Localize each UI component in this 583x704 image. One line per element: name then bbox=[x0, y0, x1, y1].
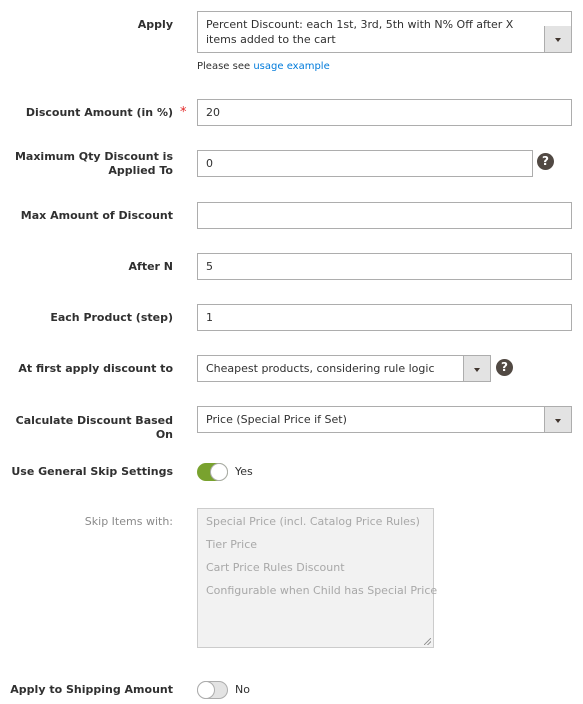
after-n-label: After N bbox=[128, 260, 173, 273]
calc-based-select-value: Price (Special Price if Set) bbox=[206, 413, 347, 426]
first-apply-select[interactable]: Cheapest products, considering rule logi… bbox=[197, 355, 491, 382]
first-apply-select-value: Cheapest products, considering rule logi… bbox=[206, 362, 435, 375]
each-product-label: Each Product (step) bbox=[50, 311, 173, 324]
skip-items-multiselect[interactable]: Special Price (incl. Catalog Price Rules… bbox=[197, 508, 437, 648]
skip-option[interactable]: Cart Price Rules Discount bbox=[206, 561, 345, 574]
calc-based-select[interactable]: Price (Special Price if Set) bbox=[197, 406, 572, 433]
general-skip-label: Use General Skip Settings bbox=[11, 465, 173, 478]
max-amount-input[interactable] bbox=[197, 202, 572, 229]
resize-handle-icon[interactable] bbox=[424, 638, 431, 645]
apply-shipping-label: Apply to Shipping Amount bbox=[10, 683, 173, 696]
max-amount-label: Max Amount of Discount bbox=[20, 209, 173, 222]
chevron-down-icon[interactable] bbox=[463, 356, 490, 381]
help-icon[interactable]: ? bbox=[496, 359, 513, 376]
after-n-input[interactable]: 5 bbox=[197, 253, 572, 280]
max-qty-label-line2: Applied To bbox=[108, 164, 173, 177]
general-skip-toggle[interactable] bbox=[197, 463, 228, 481]
apply-shipping-state: No bbox=[235, 683, 250, 696]
usage-example-link[interactable]: usage example bbox=[253, 61, 329, 72]
skip-option[interactable]: Special Price (incl. Catalog Price Rules… bbox=[206, 515, 420, 528]
chevron-down-icon[interactable] bbox=[544, 407, 571, 432]
skip-option[interactable]: Tier Price bbox=[206, 538, 257, 551]
first-apply-label: At first apply discount to bbox=[18, 362, 173, 375]
chevron-down-icon[interactable] bbox=[544, 26, 571, 52]
apply-select-value: Percent Discount: each 1st, 3rd, 5th wit… bbox=[206, 18, 514, 46]
calc-based-label: Calculate Discount Based On bbox=[15, 414, 173, 441]
toggle-knob bbox=[197, 681, 215, 699]
max-qty-label: Maximum Qty Discount is Applied To bbox=[15, 150, 173, 178]
discount-amount-label: Discount Amount (in %) bbox=[25, 106, 173, 119]
required-mark: * bbox=[180, 105, 187, 120]
apply-shipping-toggle[interactable] bbox=[197, 681, 228, 699]
each-product-input[interactable]: 1 bbox=[197, 304, 572, 331]
discount-amount-input[interactable]: 20 bbox=[197, 99, 572, 126]
apply-select[interactable]: Percent Discount: each 1st, 3rd, 5th wit… bbox=[197, 11, 572, 53]
apply-label: Apply bbox=[137, 18, 173, 31]
apply-note-text: Please see bbox=[197, 61, 251, 72]
skip-items-label: Skip Items with: bbox=[84, 515, 173, 528]
toggle-knob bbox=[210, 463, 228, 481]
max-qty-input[interactable]: 0 bbox=[197, 150, 533, 177]
skip-option[interactable]: Configurable when Child has Special Pric… bbox=[206, 584, 437, 597]
apply-note: Please see usage example bbox=[197, 61, 330, 72]
general-skip-state: Yes bbox=[235, 465, 253, 478]
max-qty-label-line1: Maximum Qty Discount is bbox=[14, 150, 173, 163]
help-icon[interactable]: ? bbox=[537, 153, 554, 170]
